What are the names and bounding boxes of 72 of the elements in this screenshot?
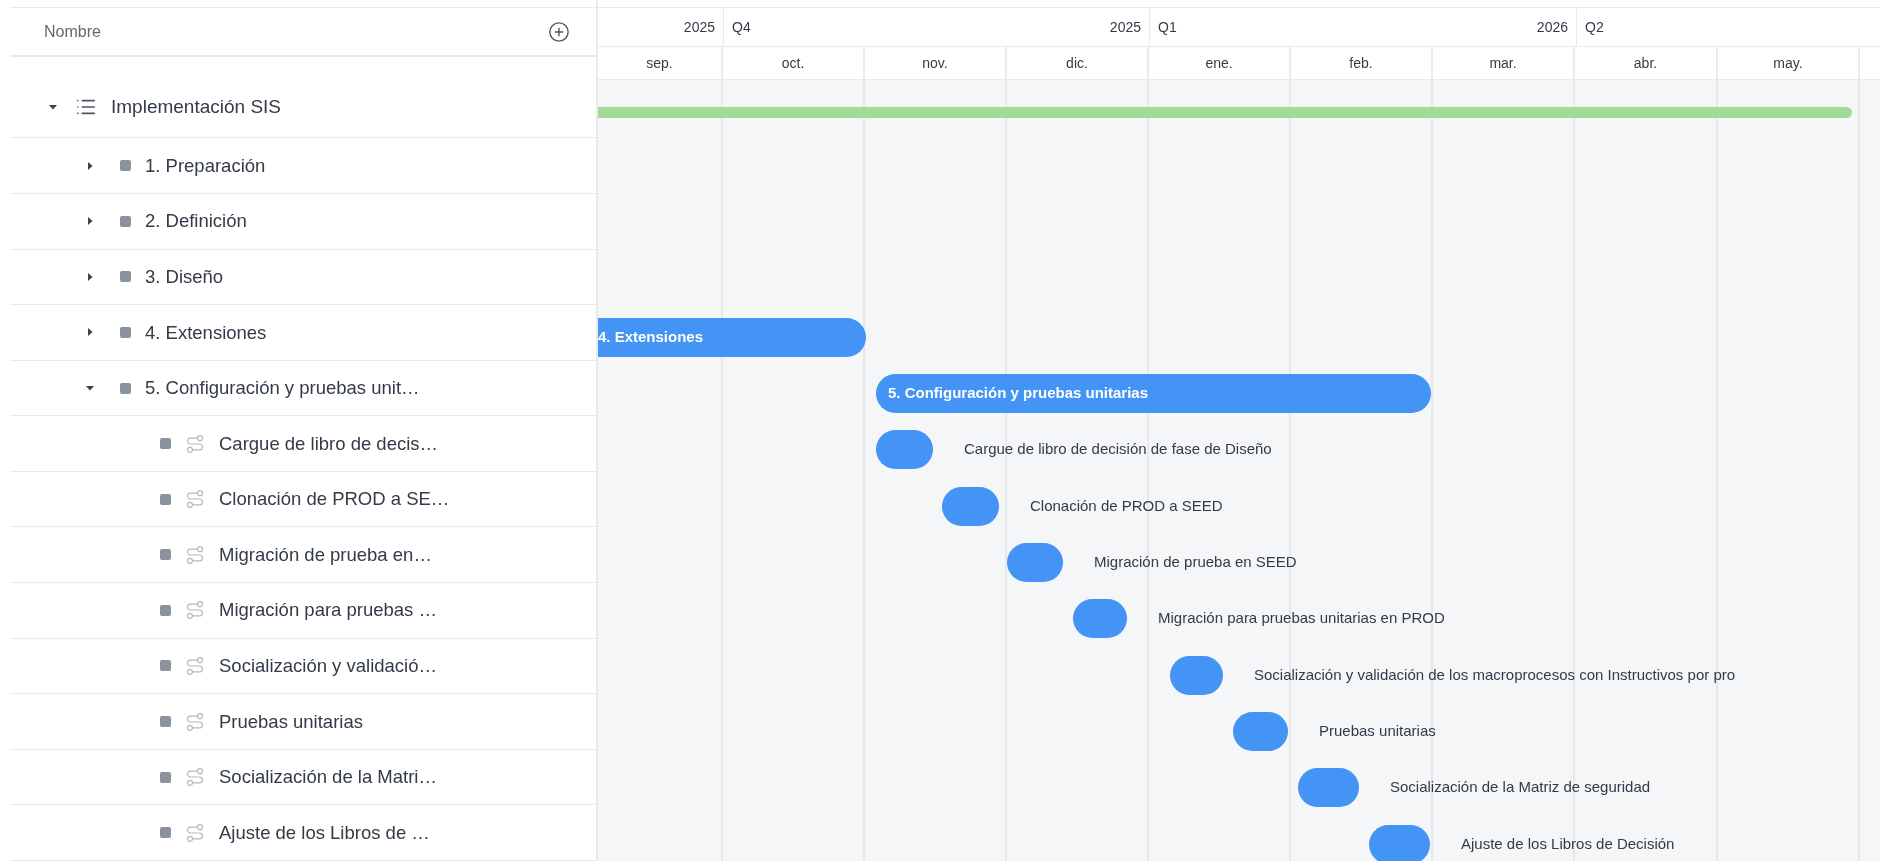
year-label: 2025: [683, 17, 715, 37]
month-label: may.: [1773, 53, 1803, 73]
task-label: Clonación de PROD a SEED: [1030, 495, 1223, 516]
caret-icon[interactable]: [85, 216, 95, 227]
task-bar[interactable]: [876, 430, 933, 470]
square-icon: [160, 827, 171, 839]
quarter-label: Q1: [1158, 17, 1177, 37]
task-name[interactable]: 4. Extensiones: [145, 318, 267, 347]
route-icon: [185, 433, 205, 454]
task-name[interactable]: Migración para pruebas …: [219, 596, 437, 625]
route-icon: [185, 655, 205, 676]
task-label: Ajuste de los Libros de Decisión: [1461, 833, 1675, 854]
month-label: dic.: [1066, 53, 1088, 73]
task-name[interactable]: 2. Definición: [145, 207, 247, 236]
quarter-label: Q2: [1585, 17, 1604, 37]
month-label: abr.: [1633, 53, 1658, 73]
route-icon: [185, 544, 205, 565]
square-icon: [160, 438, 171, 450]
task-bar[interactable]: [1007, 543, 1063, 583]
task-name[interactable]: Clonación de PROD a SE…: [219, 485, 450, 514]
task-name[interactable]: Cargue de libro de decis…: [219, 429, 439, 458]
square-icon: [120, 326, 131, 338]
task-name[interactable]: Socialización de la Matri…: [219, 763, 437, 791]
column-header: Nombre: [44, 21, 101, 42]
task-name[interactable]: 5. Configuración y pruebas unit…: [145, 374, 420, 402]
task-name[interactable]: 3. Diseño: [145, 263, 224, 291]
task-name[interactable]: Pruebas unitarias: [219, 707, 363, 736]
task-name[interactable]: Ajuste de los Libros de …: [219, 818, 430, 847]
square-icon: [160, 549, 171, 561]
square-icon: [160, 660, 171, 672]
task-label: Migración para pruebas unitarias en PROD: [1158, 608, 1445, 629]
task-bar[interactable]: [1298, 768, 1359, 808]
year-label: 2025: [1109, 17, 1141, 37]
square-icon: [120, 382, 131, 394]
square-icon: [120, 271, 131, 283]
task-label: Socialización y validación de los macroprocesos con Instructivos por pro: [1254, 664, 1736, 685]
month-label: mar.: [1489, 53, 1517, 73]
square-icon: [160, 771, 171, 783]
route-icon: [185, 711, 205, 732]
square-icon: [160, 604, 171, 616]
add-icon[interactable]: [548, 20, 570, 43]
month-label: nov.: [922, 53, 948, 73]
square-icon: [160, 493, 171, 505]
caret-icon[interactable]: [85, 160, 95, 171]
month-label: ene.: [1205, 53, 1233, 73]
month-label: oct.: [781, 53, 805, 73]
month-label: feb.: [1349, 53, 1373, 73]
task-bar[interactable]: [1073, 599, 1127, 639]
quarter-label: Q4: [732, 17, 751, 37]
task-label: Cargue de libro de decisión de fase de Diseño: [964, 439, 1272, 460]
task-label: Pruebas unitarias: [1319, 720, 1436, 741]
caret-icon[interactable]: [85, 327, 95, 338]
square-icon: [120, 160, 131, 172]
square-icon: [120, 215, 131, 227]
task-bar[interactable]: [1170, 655, 1223, 695]
task-name[interactable]: Migración de prueba en…: [219, 540, 432, 569]
task-name[interactable]: Implementación SIS: [111, 92, 282, 122]
task-name[interactable]: Socialización y validació…: [219, 652, 437, 680]
task-label: Migración de prueba en SEED: [1094, 552, 1297, 573]
square-icon: [160, 716, 171, 727]
route-icon: [185, 822, 205, 843]
task-bar[interactable]: [1233, 711, 1288, 751]
year-label: 2026: [1536, 17, 1568, 37]
route-icon: [185, 767, 205, 788]
task-label: Socialización de la Matriz de seguridad: [1390, 777, 1651, 798]
task-bar[interactable]: [1369, 824, 1430, 861]
task-bar[interactable]: [942, 486, 999, 526]
route-icon: [185, 600, 205, 621]
route-icon: [185, 489, 205, 510]
caret-icon[interactable]: [85, 271, 95, 282]
month-label: sep.: [646, 53, 673, 73]
task-name[interactable]: 1. Preparación: [145, 151, 266, 180]
